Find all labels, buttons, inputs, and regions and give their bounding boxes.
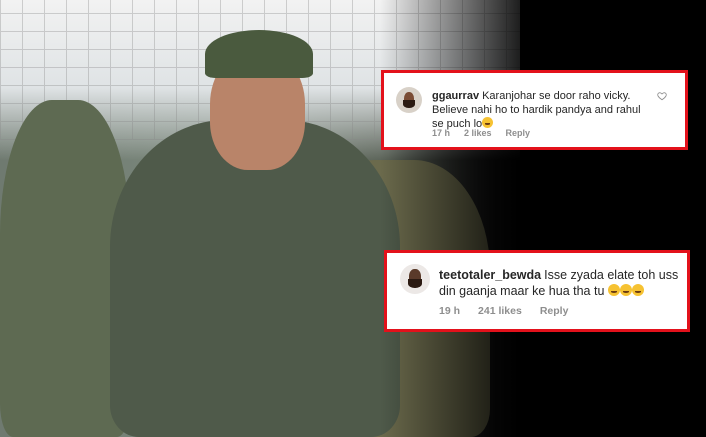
emoji-icon — [607, 284, 620, 296]
reply-button[interactable]: Reply — [506, 128, 531, 138]
comment-username[interactable]: teetotaler_bewda — [439, 268, 541, 282]
comment-time: 17 h — [432, 128, 451, 138]
comment-likes[interactable]: 241 likes — [478, 305, 522, 317]
emoji-icon — [631, 284, 644, 296]
emoji-icon — [619, 284, 632, 296]
comment-username[interactable]: ggaurrav — [432, 90, 479, 102]
avatar[interactable] — [396, 87, 422, 113]
comment-likes[interactable]: 2 likes — [464, 128, 492, 138]
photo-fade — [380, 0, 540, 437]
comment-text: ggaurrav Karanjohar se door raho vicky. B… — [432, 90, 641, 130]
photo-main-cap — [205, 30, 313, 78]
reply-button[interactable]: Reply — [540, 305, 569, 317]
avatar[interactable] — [400, 264, 430, 294]
comment-card-1: ggaurrav Karanjohar se door raho vicky. B… — [381, 70, 688, 150]
comment-text: teetotaler_bewda Isse zyada elate toh uss… — [439, 268, 679, 298]
comment-meta: 17 h 2 likes Reply — [432, 128, 544, 138]
background-photo — [0, 0, 706, 437]
heart-outline-icon[interactable] — [657, 91, 667, 101]
comment-time: 19 h — [439, 305, 461, 317]
comment-card-2: teetotaler_bewda Isse zyada elate toh uss… — [384, 250, 690, 332]
emoji-icon — [482, 117, 494, 128]
comment-meta: 19 h 241 likes Reply — [439, 305, 586, 317]
